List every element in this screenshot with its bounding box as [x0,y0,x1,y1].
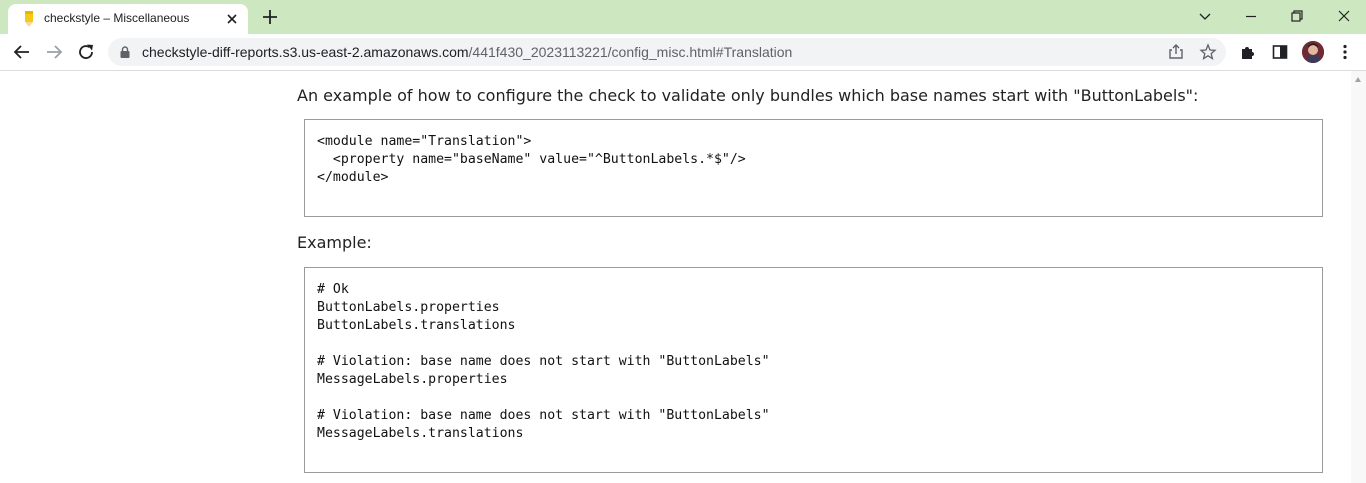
restore-icon[interactable] [1289,8,1305,24]
example-label: Example: [297,233,372,252]
tab-title: checkstyle – Miscellaneous [44,11,190,25]
minimize-icon[interactable] [1243,8,1259,24]
intro-paragraph: An example of how to configure the check… [297,86,1199,105]
new-tab-icon[interactable] [261,8,279,26]
forward-arrow-icon[interactable] [44,42,64,62]
extensions-puzzle-icon[interactable] [1239,43,1257,61]
url-path: /441f430_2023113221/config_misc.html#Tra… [468,44,793,60]
tab-strip: checkstyle – Miscellaneous [0,0,1366,34]
example-code-block: # Ok ButtonLabels.properties ButtonLabel… [304,267,1323,473]
close-tab-icon[interactable] [224,11,240,27]
page-content: An example of how to configure the check… [0,71,1366,483]
tab-search-icon[interactable] [1197,8,1213,24]
example-code: # Ok ButtonLabels.properties ButtonLabel… [317,282,770,441]
url-text[interactable]: checkstyle-diff-reports.s3.us-east-2.ama… [142,44,792,60]
reload-icon[interactable] [76,42,96,62]
vertical-scrollbar[interactable] [1351,71,1366,483]
scroll-up-arrow-icon[interactable] [1355,77,1361,82]
address-bar[interactable]: checkstyle-diff-reports.s3.us-east-2.ama… [108,38,1226,66]
profile-avatar[interactable] [1302,41,1324,63]
url-host: checkstyle-diff-reports.s3.us-east-2.ama… [142,44,469,60]
profile-avatar-icon [1302,41,1324,63]
browser-toolbar: checkstyle-diff-reports.s3.us-east-2.ama… [0,34,1366,71]
back-arrow-icon[interactable] [12,42,32,62]
config-code-block: <module name="Translation"> <property na… [304,119,1323,217]
pencil-favicon-icon [25,11,33,27]
config-code: <module name="Translation"> <property na… [317,134,746,185]
menu-kebab-icon[interactable] [1336,43,1354,61]
lock-icon[interactable] [120,46,130,58]
close-window-icon[interactable] [1336,8,1352,24]
browser-tab[interactable]: checkstyle – Miscellaneous [8,4,248,34]
bookmark-star-icon[interactable] [1199,43,1217,61]
side-panel-icon[interactable] [1271,43,1289,61]
share-icon[interactable] [1167,43,1185,61]
